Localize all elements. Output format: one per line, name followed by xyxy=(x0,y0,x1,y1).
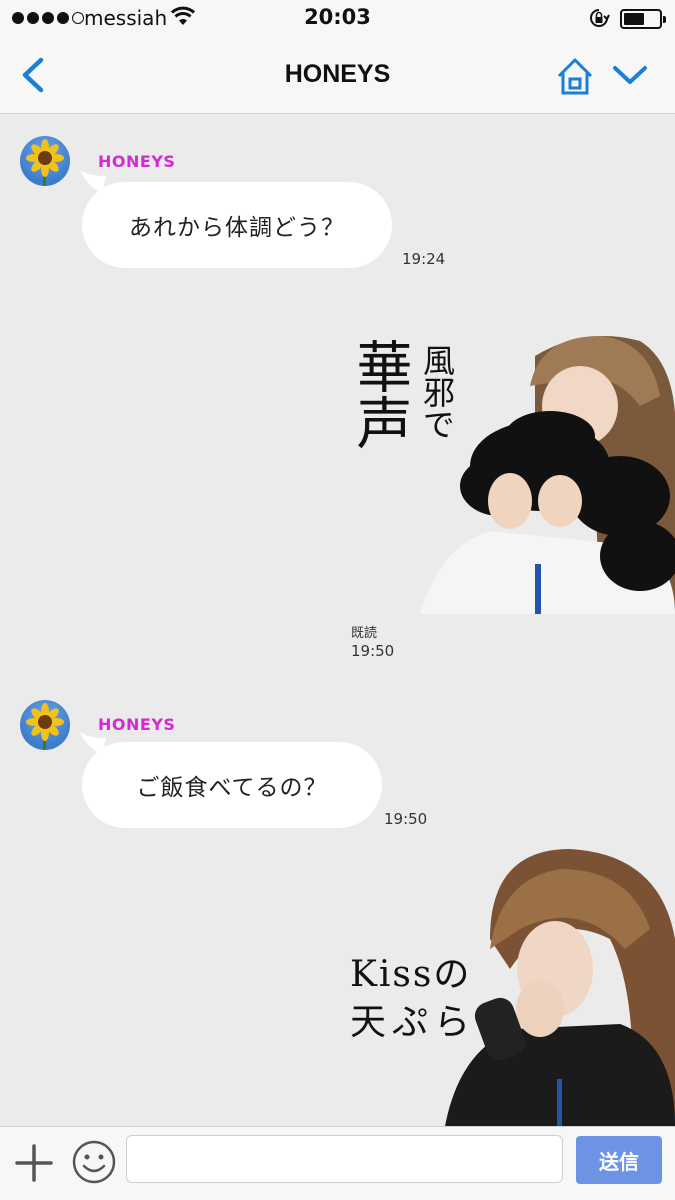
send-button[interactable]: 送信 xyxy=(576,1136,662,1184)
nav-bar: HONEYS xyxy=(0,38,675,114)
sticker-text-large: 華声 xyxy=(347,338,412,450)
message-bubble[interactable]: ご飯食べてるの？ xyxy=(82,742,382,828)
message-time: 19:50 xyxy=(351,642,395,660)
sender-name: HONEYS xyxy=(98,152,176,171)
sender-name: HONEYS xyxy=(98,715,176,734)
sticker-text-small: 風邪で xyxy=(418,344,456,440)
chat-area[interactable]: HONEYS あれから体調どう？ 19:24 華声 風邪で 既読 19:50 H… xyxy=(0,114,675,1126)
sticker-image[interactable]: 華声 風邪で xyxy=(340,326,675,614)
sticker-text-line1: Kissの xyxy=(350,954,472,995)
home-button[interactable] xyxy=(553,55,597,97)
sticker-image[interactable]: Kissの 天ぷら xyxy=(340,849,675,1126)
read-receipt: 既読 xyxy=(351,626,378,641)
carrier-name: messiah xyxy=(84,6,168,30)
status-bar: messiah 20:03 xyxy=(0,0,675,38)
message-time: 19:50 xyxy=(384,810,428,828)
sunflower-icon xyxy=(26,703,64,750)
avatar[interactable] xyxy=(20,136,70,186)
message-input[interactable] xyxy=(126,1135,563,1183)
wifi-icon xyxy=(170,6,196,25)
battery-icon xyxy=(620,9,666,29)
message-input-bar: 送信 xyxy=(0,1126,675,1200)
avatar[interactable] xyxy=(20,700,70,750)
plus-button[interactable] xyxy=(14,1143,54,1183)
back-button[interactable] xyxy=(14,52,54,98)
sticker-text-line2: 天ぷら xyxy=(350,1002,477,1043)
emoji-button[interactable] xyxy=(71,1139,117,1185)
message-time: 19:24 xyxy=(402,250,446,268)
signal-strength-icon xyxy=(12,12,84,24)
rotation-lock-icon xyxy=(590,9,610,27)
sunflower-icon xyxy=(26,139,64,186)
menu-chevron-button[interactable] xyxy=(610,60,650,90)
message-bubble[interactable]: あれから体調どう？ xyxy=(82,182,392,268)
